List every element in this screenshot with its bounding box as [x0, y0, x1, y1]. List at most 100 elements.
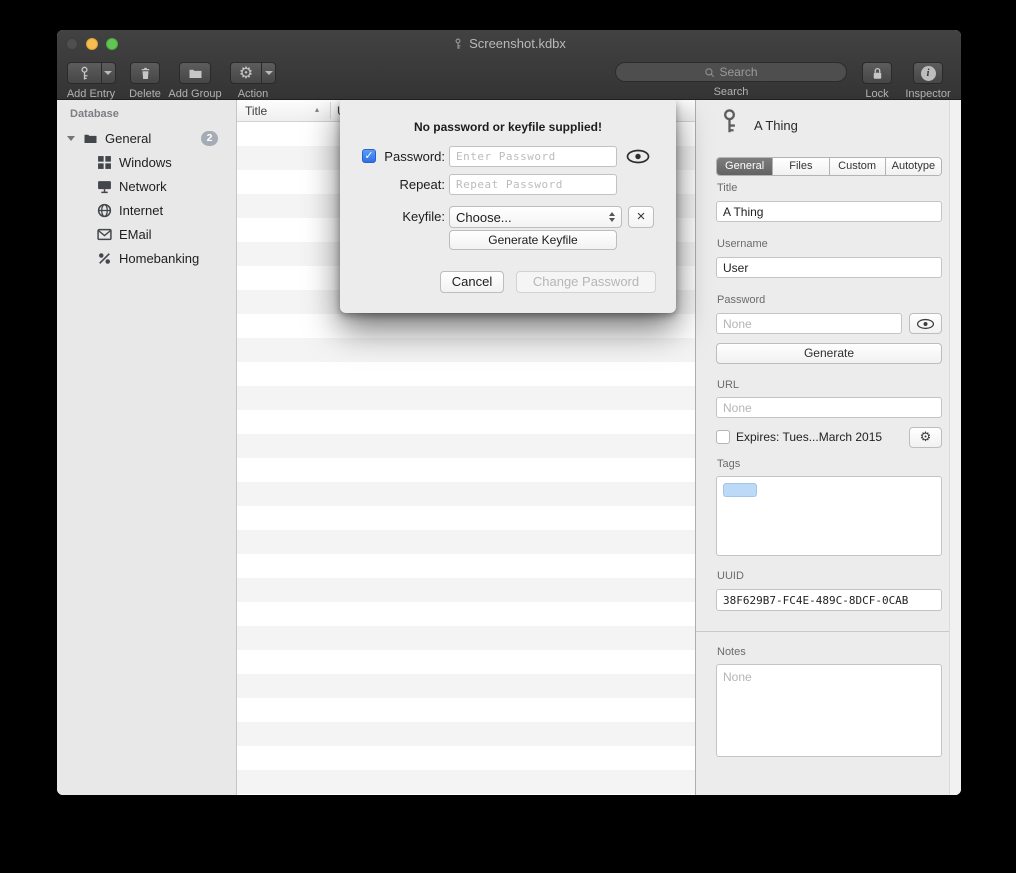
- search-icon: [704, 67, 715, 78]
- sidebar-item-label: Windows: [119, 155, 172, 170]
- url-field[interactable]: [716, 397, 942, 418]
- inspector-toolbar-item: i Inspector: [899, 62, 957, 100]
- uuid-field[interactable]: [716, 589, 942, 611]
- expires-settings-button[interactable]: ⚙: [909, 427, 942, 448]
- change-password-button[interactable]: Change Password: [516, 271, 656, 293]
- delete-toolbar-item: Delete: [127, 62, 163, 100]
- globe-icon: [97, 203, 112, 218]
- search-placeholder: Search: [719, 65, 757, 79]
- password-field[interactable]: [716, 313, 902, 334]
- search-toolbar-item: Search Search: [615, 62, 847, 98]
- generate-keyfile-button[interactable]: Generate Keyfile: [449, 230, 617, 250]
- expires-label: Expires: Tues...March 2015: [736, 430, 882, 444]
- inspector-scrollbar[interactable]: [949, 100, 961, 795]
- close-icon: ×: [637, 208, 646, 225]
- notes-field[interactable]: None: [716, 664, 942, 757]
- add-group-button[interactable]: [179, 62, 211, 84]
- sidebar-item-label: General: [105, 131, 151, 146]
- tab-autotype[interactable]: Autotype: [885, 158, 941, 175]
- titlebar-toolbar: Screenshot.kdbx Add Entry Delete Add: [57, 30, 961, 100]
- clear-keyfile-button[interactable]: ×: [628, 206, 654, 228]
- sidebar-item-general[interactable]: General 2: [57, 126, 236, 150]
- chevron-down-icon: [265, 71, 273, 75]
- search-input[interactable]: Search: [615, 62, 847, 82]
- inspector-button[interactable]: i: [913, 62, 943, 84]
- info-icon: i: [921, 66, 936, 81]
- network-icon: [97, 179, 112, 194]
- eye-icon: [916, 318, 935, 330]
- sidebar-item-internet[interactable]: Internet: [57, 198, 236, 222]
- password-field-label: Password: [717, 294, 765, 306]
- action-dropdown-button[interactable]: [261, 62, 276, 84]
- action-toolbar-item: ⚙ Action: [227, 62, 279, 100]
- action-button[interactable]: ⚙: [230, 62, 262, 84]
- expires-checkbox[interactable]: [716, 430, 730, 444]
- sidebar-header: Database: [70, 108, 119, 120]
- delete-button[interactable]: [130, 62, 160, 84]
- sidebar-item-label: Homebanking: [119, 251, 199, 266]
- sort-ascending-icon: ▴: [315, 105, 319, 114]
- folder-icon: [83, 131, 98, 146]
- keyfile-popup-button[interactable]: Choose...: [449, 206, 622, 228]
- entry-title-heading: A Thing: [754, 118, 798, 133]
- tag-token[interactable]: [723, 483, 757, 497]
- generate-password-button[interactable]: Generate: [716, 343, 942, 364]
- dialog-message: No password or keyfile supplied!: [340, 120, 676, 134]
- chevron-down-icon: [104, 71, 112, 75]
- action-label: Action: [238, 88, 269, 100]
- sidebar-item-label: Network: [119, 179, 167, 194]
- gear-icon: ⚙: [239, 65, 253, 81]
- lock-button[interactable]: [862, 62, 892, 84]
- sidebar-item-label: Internet: [119, 203, 163, 218]
- dialog-password-label: Password:: [340, 146, 445, 167]
- search-label: Search: [714, 86, 749, 98]
- keyfile-popup-value: Choose...: [456, 210, 512, 225]
- column-divider[interactable]: [330, 102, 331, 119]
- tags-field[interactable]: [716, 476, 942, 556]
- tags-label: Tags: [717, 458, 740, 470]
- group-tree: General 2 Windows Network Internet: [57, 126, 236, 270]
- trash-icon: [138, 66, 153, 81]
- lock-toolbar-item: Lock: [857, 62, 897, 100]
- dialog-password-input[interactable]: [449, 146, 617, 167]
- inspector-tabs: General Files Custom Autotype: [716, 157, 942, 176]
- reveal-password-button[interactable]: [909, 313, 942, 334]
- sidebar-item-email[interactable]: EMail: [57, 222, 236, 246]
- sidebar-item-network[interactable]: Network: [57, 174, 236, 198]
- windows-icon: [97, 155, 112, 170]
- column-header-title[interactable]: Title: [245, 104, 267, 118]
- add-group-label: Add Group: [168, 88, 221, 100]
- key-icon: [77, 66, 92, 81]
- tab-custom[interactable]: Custom: [829, 158, 885, 175]
- tab-files[interactable]: Files: [772, 158, 828, 175]
- add-entry-toolbar-item: Add Entry: [61, 62, 121, 100]
- popup-stepper-icon: [609, 212, 615, 222]
- title-field[interactable]: [716, 201, 942, 222]
- cancel-button[interactable]: Cancel: [440, 271, 504, 293]
- notes-label: Notes: [717, 646, 746, 658]
- tab-general[interactable]: General: [717, 158, 772, 175]
- sidebar-item-homebanking[interactable]: Homebanking: [57, 246, 236, 270]
- entry-key-icon: [716, 108, 743, 140]
- dialog-repeat-input[interactable]: [449, 174, 617, 195]
- document-key-icon: [452, 38, 464, 50]
- change-password-dialog: No password or keyfile supplied! ✓ Passw…: [340, 100, 676, 313]
- add-entry-dropdown-button[interactable]: [101, 62, 116, 84]
- add-entry-button[interactable]: [67, 62, 102, 84]
- inspector-label: Inspector: [905, 88, 950, 100]
- reveal-password-button[interactable]: [626, 149, 650, 164]
- dialog-keyfile-label: Keyfile:: [340, 206, 445, 228]
- notes-placeholder: None: [723, 670, 752, 684]
- folder-plus-icon: [188, 66, 203, 81]
- add-group-toolbar-item: Add Group: [165, 62, 225, 100]
- dialog-repeat-label: Repeat:: [340, 174, 445, 195]
- disclosure-triangle-icon[interactable]: [67, 136, 75, 141]
- gear-icon: ⚙: [920, 431, 932, 444]
- title-field-label: Title: [717, 182, 737, 194]
- sidebar-item-windows[interactable]: Windows: [57, 150, 236, 174]
- section-divider: [696, 631, 961, 632]
- eye-icon: [626, 149, 650, 164]
- add-entry-label: Add Entry: [67, 88, 115, 100]
- username-field[interactable]: [716, 257, 942, 278]
- window-title: Screenshot.kdbx: [57, 36, 961, 51]
